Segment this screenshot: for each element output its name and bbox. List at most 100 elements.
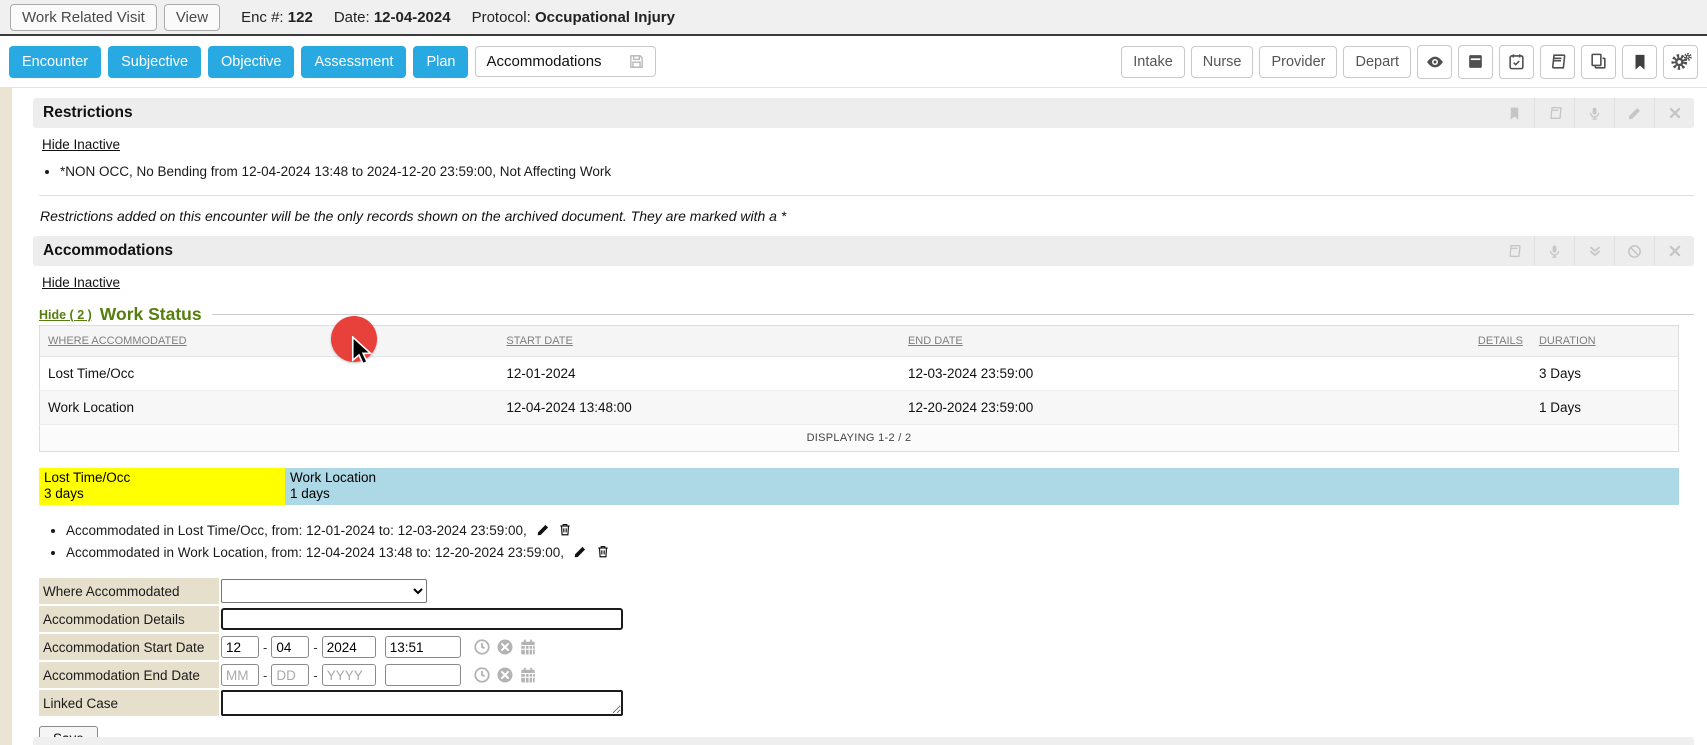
accommodation-form: Where Accommodated Accommodation Details…: [39, 578, 1694, 745]
close-icon[interactable]: [1654, 236, 1694, 266]
restrictions-hide-inactive-link[interactable]: Hide Inactive: [42, 137, 120, 152]
chevron-double-down-icon[interactable]: [1574, 236, 1614, 266]
copy-icon[interactable]: [1581, 45, 1616, 79]
restrictions-title: Restrictions: [43, 104, 133, 122]
depart-button[interactable]: Depart: [1343, 46, 1411, 78]
accommodation-start-date-label: Accommodation Start Date: [39, 634, 219, 660]
view-button[interactable]: View: [164, 4, 220, 31]
gears-icon[interactable]: [1663, 45, 1698, 79]
cell-duration: 3 Days: [1531, 357, 1679, 391]
tab-objective[interactable]: Objective: [208, 46, 294, 78]
cell-start: 12-01-2024: [498, 357, 900, 391]
save-icon[interactable]: [628, 53, 645, 70]
table-header-row: Where Accommodated Start Date End Date D…: [40, 326, 1679, 357]
work-status-hide-link[interactable]: Hide ( 2 ): [39, 308, 92, 322]
date-value: 12-04-2024: [374, 9, 451, 26]
clock-icon[interactable]: [473, 638, 491, 656]
form-row-where: Where Accommodated: [39, 578, 1694, 604]
accommodation-timeline: Lost Time/Occ 3 days Work Location 1 day…: [39, 468, 1679, 505]
date-label: Date:: [334, 9, 370, 26]
col-start-date[interactable]: Start Date: [498, 326, 900, 357]
cell-where: Work Location: [40, 391, 499, 425]
start-year-input[interactable]: [322, 636, 376, 658]
end-day-input[interactable]: [271, 664, 309, 686]
book-icon[interactable]: [1540, 45, 1575, 79]
nav-tabs: Encounter Subjective Objective Assessmen…: [9, 46, 656, 78]
table-row[interactable]: Lost Time/Occ 12-01-2024 12-03-2024 23:5…: [40, 357, 1679, 391]
table-footer-row: DISPLAYING 1-2 / 2: [40, 425, 1679, 452]
book-icon[interactable]: [1494, 236, 1534, 266]
accommodations-hide-inactive-link[interactable]: Hide Inactive: [42, 275, 120, 290]
accommodations-title: Accommodations: [43, 242, 173, 260]
tab-encounter[interactable]: Encounter: [9, 46, 101, 78]
work-status-title: Work Status: [100, 304, 202, 325]
end-year-input[interactable]: [322, 664, 376, 686]
trash-icon[interactable]: [558, 522, 572, 540]
col-where-accommodated[interactable]: Where Accommodated: [40, 326, 499, 357]
pencil-icon[interactable]: [573, 545, 587, 562]
start-time-input[interactable]: [385, 636, 461, 658]
main-content: Restrictions Hide Inactive *NON OCC, No …: [0, 88, 1707, 745]
date-separator: -: [263, 640, 267, 655]
encounter-number: Enc #: 122: [241, 9, 313, 26]
linked-case-input[interactable]: [221, 690, 623, 716]
calendar-check-icon[interactable]: [1499, 45, 1534, 79]
eye-icon[interactable]: [1417, 45, 1452, 79]
date-separator: -: [313, 668, 317, 683]
work-status-table: Where Accommodated Start Date End Date D…: [39, 325, 1679, 452]
start-month-input[interactable]: [221, 636, 259, 658]
intake-button[interactable]: Intake: [1121, 46, 1185, 78]
tab-subjective[interactable]: Subjective: [108, 46, 201, 78]
microphone-icon[interactable]: [1534, 236, 1574, 266]
list-item: Accommodated in Lost Time/Occ, from: 12-…: [66, 522, 1694, 540]
trash-icon[interactable]: [596, 544, 610, 562]
pencil-icon[interactable]: [1614, 98, 1654, 128]
start-day-input[interactable]: [271, 636, 309, 658]
clear-icon[interactable]: [496, 638, 514, 656]
clear-icon[interactable]: [496, 666, 514, 684]
current-tab-label: Accommodations: [486, 53, 601, 70]
timeline-segment-work-location[interactable]: Work Location 1 days: [285, 468, 1679, 505]
col-details[interactable]: Details: [1326, 326, 1531, 357]
col-end-date[interactable]: End Date: [900, 326, 1326, 357]
restriction-item: *NON OCC, No Bending from 12-04-2024 13:…: [60, 164, 1694, 179]
microphone-icon[interactable]: [1574, 98, 1614, 128]
calendar-icon[interactable]: [519, 638, 537, 656]
entry-text: Accommodated in Lost Time/Occ, from: 12-…: [66, 523, 527, 538]
end-month-input[interactable]: [221, 664, 259, 686]
where-accommodated-select[interactable]: [221, 579, 427, 603]
end-time-input[interactable]: [385, 664, 461, 686]
block-icon[interactable]: [1614, 236, 1654, 266]
timeline-segment-lost-time[interactable]: Lost Time/Occ 3 days: [39, 468, 285, 505]
col-duration[interactable]: Duration: [1531, 326, 1679, 357]
segment-label: Lost Time/Occ: [44, 470, 285, 486]
bookmark-icon[interactable]: [1622, 45, 1657, 79]
protocol: Protocol: Occupational Injury: [472, 9, 675, 26]
pencil-icon[interactable]: [536, 523, 550, 540]
segment-label: Work Location: [290, 470, 1679, 486]
accommodation-details-input[interactable]: [221, 608, 623, 630]
table-row[interactable]: Work Location 12-04-2024 13:48:00 12-20-…: [40, 391, 1679, 425]
tab-plan[interactable]: Plan: [413, 46, 468, 78]
close-icon[interactable]: [1654, 98, 1694, 128]
archive-icon[interactable]: [1458, 45, 1493, 79]
book-icon[interactable]: [1534, 98, 1574, 128]
segment-duration: 1 days: [290, 486, 1679, 502]
tab-accommodations-current[interactable]: Accommodations: [475, 46, 655, 77]
nurse-button[interactable]: Nurse: [1191, 46, 1254, 78]
work-status-legend: Hide ( 2 ) Work Status: [39, 304, 1694, 325]
paging-status: DISPLAYING 1-2 / 2: [40, 425, 1679, 452]
protocol-label: Protocol:: [472, 9, 531, 26]
provider-button[interactable]: Provider: [1259, 46, 1337, 78]
segment-duration: 3 days: [44, 486, 285, 502]
accommodation-end-date-label: Accommodation End Date: [39, 662, 219, 688]
calendar-icon[interactable]: [519, 666, 537, 684]
nav-bar: Encounter Subjective Objective Assessmen…: [0, 36, 1707, 88]
work-related-visit-button[interactable]: Work Related Visit: [10, 4, 157, 31]
clock-icon[interactable]: [473, 666, 491, 684]
bookmark-icon[interactable]: [1494, 98, 1534, 128]
cell-where: Lost Time/Occ: [40, 357, 499, 391]
list-item: Accommodated in Work Location, from: 12-…: [66, 544, 1694, 562]
accommodations-header-actions: [1494, 236, 1694, 266]
tab-assessment[interactable]: Assessment: [301, 46, 406, 78]
